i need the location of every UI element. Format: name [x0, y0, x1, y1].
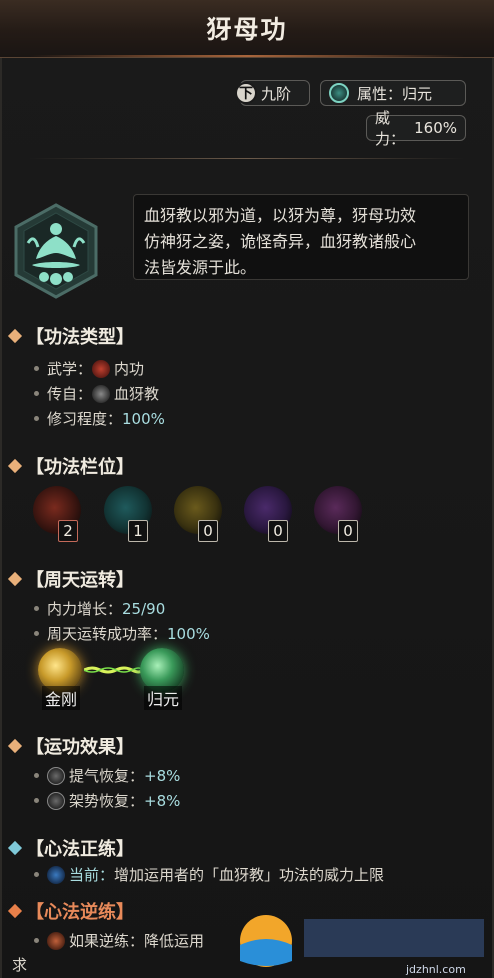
power-value: 160% [414, 119, 457, 137]
power-badge: 威力： 160% [366, 109, 466, 148]
diamond-bullet-icon [7, 328, 23, 344]
bullet-dot [34, 938, 39, 943]
section-skill-slots: 【功法栏位】 [7, 453, 134, 479]
sect-icon [92, 384, 111, 403]
attribute-value: 归元 [402, 84, 433, 103]
mastery-value: 100% [122, 409, 165, 428]
forward-current-text: 增加运用者的「血犽教」功法的威力上限 [114, 866, 385, 884]
section-title: 【心法逆练】 [26, 902, 134, 923]
forward-practice-icon [47, 865, 65, 884]
reverse-row-cont: 求 [12, 954, 27, 975]
section-skill-type: 【功法类型】 [7, 323, 134, 349]
grade-icon: 下 [235, 82, 257, 104]
orb-from-label: 金刚 [42, 686, 81, 710]
effect-1-value: +8% [144, 766, 181, 785]
growth-row: 内力增长： 25/90 [34, 598, 165, 619]
bullet-dot [34, 631, 39, 636]
section-effects: 【运功效果】 [7, 733, 134, 759]
martial-label: 武学： [47, 360, 93, 378]
forward-current-label: 当前： [69, 866, 115, 884]
section-title: 【功法栏位】 [26, 457, 134, 478]
mastery-label: 修习程度： [47, 410, 123, 428]
section-circulation: 【周天运转】 [7, 566, 134, 592]
slot-count-red: 2 [58, 520, 78, 542]
skill-emblem-icon [14, 203, 98, 299]
diamond-bullet-icon [7, 458, 23, 474]
bullet-dot [34, 773, 39, 778]
diamond-bullet-icon [7, 571, 23, 587]
reverse-row: 如果逆练：降低运用 [34, 930, 204, 951]
section-title: 【运功效果】 [26, 737, 134, 758]
bullet-dot [34, 366, 39, 371]
skill-detail-panel [0, 0, 494, 978]
diamond-bullet-icon [7, 840, 23, 856]
slot-count-gold: 0 [198, 520, 218, 542]
section-title: 【心法正练】 [26, 839, 134, 860]
grade-badge: 下 九阶 [235, 80, 310, 106]
section-forward-practice: 【心法正练】 [7, 835, 134, 861]
section-title: 【周天运转】 [26, 570, 134, 591]
growth-label: 内力增长： [47, 600, 123, 618]
skill-description: 血犽教以邪为道，以犽为尊，犽母功效 仿神犽之姿，诡怪奇异，血犽教诸般心 法皆发源… [133, 194, 469, 280]
skill-title: 犽母功 [206, 15, 288, 44]
slot-count-purple: 0 [268, 520, 288, 542]
description-line-3: 法皆发源于此。 [144, 258, 257, 277]
grade-label: 九阶 [261, 84, 292, 103]
watermark-logo-icon: jdzhnl.com [240, 915, 484, 976]
origin-label: 传自： [47, 385, 93, 403]
bullet-dot [34, 872, 39, 877]
reverse-practice-icon [47, 931, 65, 950]
bullet-dot [34, 416, 39, 421]
watermark-text: jdzhnl.com [405, 963, 466, 976]
circulation-beam-icon [84, 666, 142, 674]
success-rate-row: 周天运转成功率： 100% [34, 623, 210, 644]
growth-value: 25/90 [122, 599, 166, 618]
reverse-text: 如果逆练：降低运用 [69, 932, 205, 950]
diamond-bullet-icon [7, 738, 23, 754]
slot-count-magenta: 0 [338, 520, 358, 542]
success-label: 周天运转成功率： [47, 625, 168, 643]
stance-recovery-icon [47, 791, 65, 810]
effect-1-label: 提气恢复： [69, 767, 145, 785]
bullet-dot [34, 798, 39, 803]
title-bar: 犽母功 [0, 0, 494, 58]
attribute-label: 属性： [357, 84, 403, 103]
section-reverse-practice: 【心法逆练】 [7, 898, 134, 924]
origin-row: 传自： 血犽教 [34, 383, 159, 404]
slot-count-teal: 1 [128, 520, 148, 542]
martial-row: 武学： 内功 [34, 358, 144, 379]
origin-value: 血犽教 [114, 385, 160, 403]
attribute-guiyuan-icon [329, 83, 349, 103]
qi-recovery-icon [47, 766, 65, 785]
diamond-bullet-icon [7, 903, 23, 919]
success-value: 100% [167, 624, 210, 643]
attribute-badge: 属性： 归元 [320, 80, 466, 106]
martial-value: 内功 [114, 360, 145, 378]
description-line-1: 血犽教以邪为道，以犽为尊，犽母功效 [144, 206, 417, 225]
effect-row-2: 架势恢复： +8% [34, 790, 180, 811]
section-title: 【功法类型】 [26, 327, 134, 348]
effect-row-1: 提气恢复： +8% [34, 765, 180, 786]
orb-to-label: 归元 [144, 686, 183, 710]
power-label: 威力： [375, 109, 406, 148]
description-line-2: 仿神犽之姿，诡怪奇异，血犽教诸般心 [144, 232, 417, 251]
mastery-row: 修习程度： 100% [34, 408, 165, 429]
bullet-dot [34, 606, 39, 611]
header-divider [30, 158, 464, 159]
effect-2-value: +8% [144, 791, 181, 810]
reverse-text-end: 求 [12, 956, 28, 974]
effect-2-label: 架势恢复： [69, 792, 145, 810]
bullet-dot [34, 391, 39, 396]
forward-row: 当前： 增加运用者的「血犽教」功法的威力上限 [34, 864, 384, 885]
neigong-icon [92, 359, 111, 378]
